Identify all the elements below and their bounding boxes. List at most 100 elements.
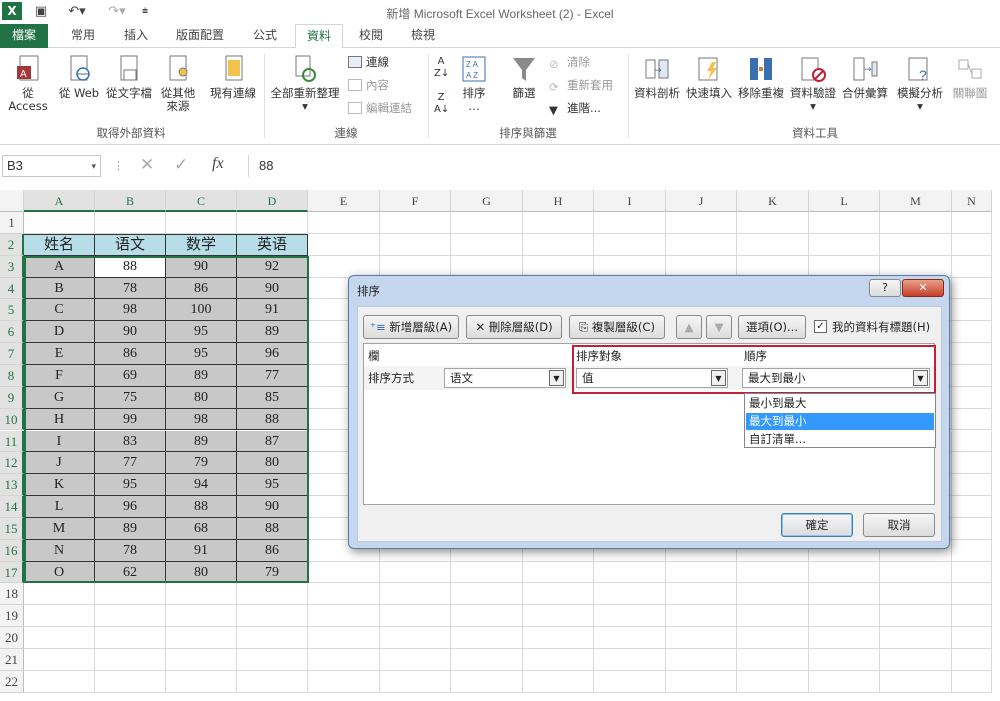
cell[interactable] xyxy=(952,343,992,365)
cell[interactable] xyxy=(952,321,992,344)
row-header[interactable]: 10 xyxy=(0,408,24,431)
cell[interactable] xyxy=(880,605,952,628)
drag-handle-icon[interactable]: ⋮ xyxy=(113,159,124,172)
cell[interactable] xyxy=(24,627,95,649)
cell[interactable] xyxy=(95,627,166,649)
tab-insert[interactable]: 插入 xyxy=(113,24,159,48)
table-cell[interactable]: 86 xyxy=(166,277,237,300)
column-header[interactable]: M xyxy=(880,190,952,212)
table-cell[interactable]: K xyxy=(24,474,95,497)
cell[interactable] xyxy=(666,649,737,671)
cell[interactable] xyxy=(451,561,523,584)
table-cell[interactable]: 83 xyxy=(95,430,166,453)
table-cell[interactable]: N xyxy=(24,539,95,562)
column-select[interactable]: 语文 ▼ xyxy=(444,368,566,388)
cell[interactable] xyxy=(523,561,594,584)
cell[interactable] xyxy=(952,605,992,628)
cell[interactable] xyxy=(809,233,880,256)
table-cell[interactable]: 80 xyxy=(237,452,308,475)
cell[interactable] xyxy=(451,212,523,234)
cell[interactable] xyxy=(952,561,992,584)
table-cell[interactable]: M xyxy=(24,517,95,540)
cell[interactable] xyxy=(523,583,594,606)
close-icon[interactable]: ✕ xyxy=(902,279,944,297)
table-cell[interactable]: 90 xyxy=(95,321,166,344)
table-header-cell[interactable]: 英语 xyxy=(237,233,308,256)
table-cell[interactable]: 78 xyxy=(95,277,166,300)
cell[interactable] xyxy=(166,670,237,693)
connections-button[interactable]: 連線 xyxy=(348,54,389,70)
cell[interactable] xyxy=(880,627,952,649)
cell[interactable] xyxy=(737,212,809,234)
table-cell[interactable]: 87 xyxy=(237,430,308,453)
cell[interactable] xyxy=(952,408,992,431)
cell[interactable] xyxy=(308,583,380,606)
cell[interactable] xyxy=(237,670,308,693)
table-cell[interactable]: 69 xyxy=(95,364,166,387)
table-cell[interactable]: 98 xyxy=(95,299,166,322)
cell[interactable] xyxy=(809,627,880,649)
table-cell[interactable]: E xyxy=(24,343,95,365)
advanced-filter-button[interactable]: ▼ 進階... xyxy=(549,100,601,117)
copy-level-button[interactable]: ⎘ 複製層級(C) xyxy=(569,315,665,339)
row-header[interactable]: 11 xyxy=(0,430,24,453)
row-header[interactable]: 15 xyxy=(0,517,24,540)
tab-data[interactable]: 資料 xyxy=(295,24,343,49)
cell[interactable] xyxy=(308,561,380,584)
table-cell[interactable]: F xyxy=(24,364,95,387)
cell[interactable] xyxy=(380,233,451,256)
cell[interactable] xyxy=(952,233,992,256)
table-cell[interactable]: 89 xyxy=(237,321,308,344)
row-header[interactable]: 18 xyxy=(0,583,24,606)
table-cell[interactable]: G xyxy=(24,386,95,409)
table-cell[interactable]: 88 xyxy=(237,408,308,431)
tab-page-layout[interactable]: 版面配置 xyxy=(168,24,232,48)
column-header[interactable]: B xyxy=(95,190,166,212)
refresh-all-button[interactable]: 全部重新整理 ▾ xyxy=(268,54,342,113)
properties-button[interactable]: 內容 xyxy=(348,77,389,93)
column-header[interactable]: A xyxy=(24,190,95,212)
cell[interactable] xyxy=(880,649,952,671)
table-cell[interactable]: 95 xyxy=(237,474,308,497)
cell[interactable] xyxy=(523,605,594,628)
from-access-button[interactable]: A 從 Access xyxy=(2,54,54,113)
cell[interactable] xyxy=(237,583,308,606)
cell[interactable] xyxy=(594,627,666,649)
cell[interactable] xyxy=(880,561,952,584)
cell[interactable] xyxy=(594,583,666,606)
cell[interactable] xyxy=(166,583,237,606)
column-header[interactable]: N xyxy=(952,190,992,212)
cell[interactable] xyxy=(380,605,451,628)
cell[interactable] xyxy=(237,212,308,234)
cell[interactable] xyxy=(737,627,809,649)
cell[interactable] xyxy=(380,561,451,584)
chevron-down-icon[interactable]: ▾ xyxy=(91,156,96,176)
cell[interactable] xyxy=(308,212,380,234)
table-cell[interactable]: A xyxy=(24,255,95,278)
cell[interactable] xyxy=(952,583,992,606)
cell[interactable] xyxy=(952,430,992,453)
existing-connections-button[interactable]: 現有連線 xyxy=(205,54,261,100)
table-cell[interactable]: 94 xyxy=(166,474,237,497)
move-down-button[interactable]: ▼ xyxy=(706,315,732,339)
cell[interactable] xyxy=(809,561,880,584)
options-button[interactable]: 選項(O)... xyxy=(738,315,806,339)
cell[interactable] xyxy=(880,583,952,606)
table-cell[interactable]: 90 xyxy=(237,496,308,518)
tab-formulas[interactable]: 公式 xyxy=(240,24,290,48)
cell[interactable] xyxy=(95,605,166,628)
row-header[interactable]: 8 xyxy=(0,364,24,387)
table-cell[interactable]: 62 xyxy=(95,561,166,584)
table-cell[interactable]: 89 xyxy=(95,517,166,540)
cell[interactable] xyxy=(952,364,992,387)
column-header[interactable]: L xyxy=(809,190,880,212)
table-cell[interactable]: 89 xyxy=(166,364,237,387)
cell[interactable] xyxy=(952,474,992,497)
cell[interactable] xyxy=(451,649,523,671)
column-header[interactable]: G xyxy=(451,190,523,212)
cell[interactable] xyxy=(737,670,809,693)
cell[interactable] xyxy=(451,627,523,649)
cell[interactable] xyxy=(451,583,523,606)
cell[interactable] xyxy=(952,299,992,322)
table-cell[interactable]: I xyxy=(24,430,95,453)
